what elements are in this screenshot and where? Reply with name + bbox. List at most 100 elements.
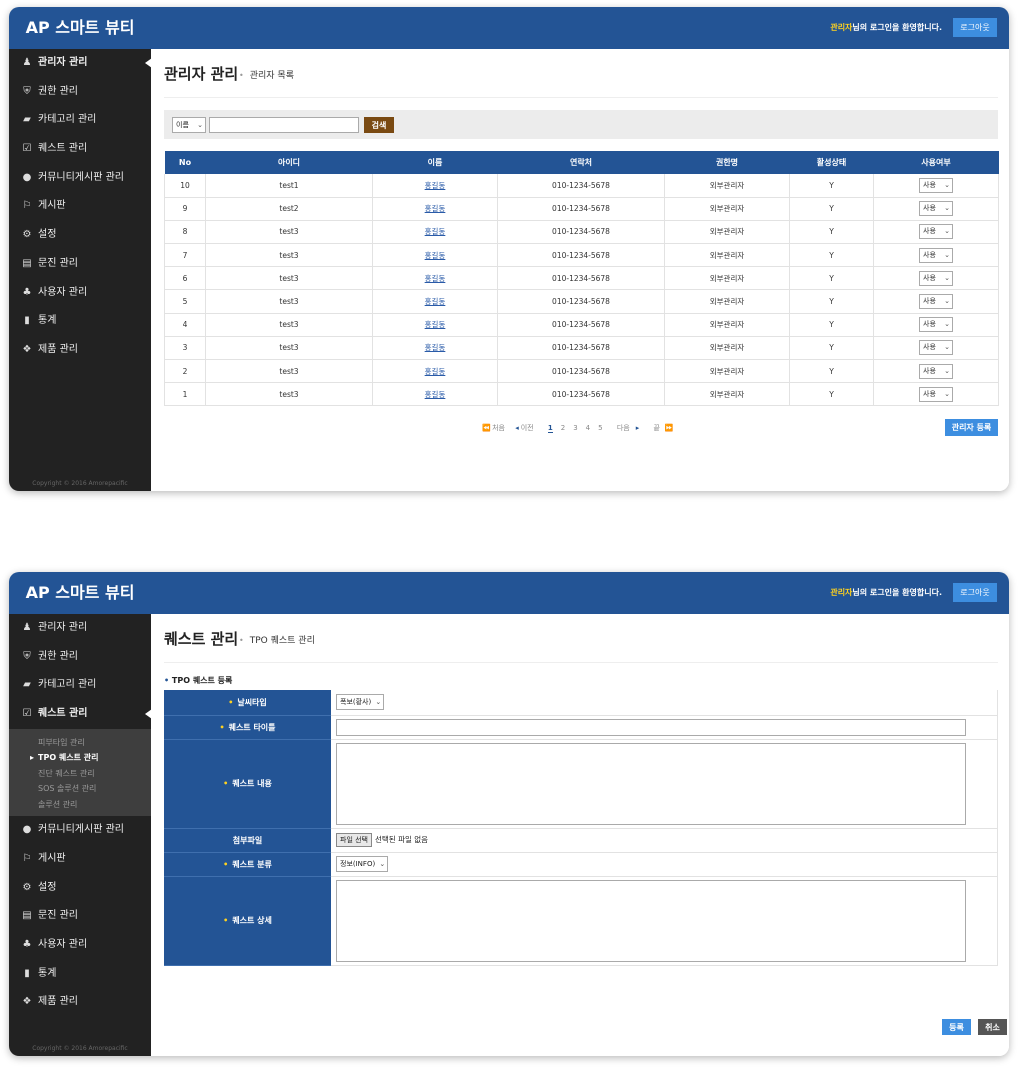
- signpost-icon: ⚐: [22, 200, 32, 212]
- admin-name-link[interactable]: 홍길동: [425, 204, 446, 213]
- sidebar-item-admin[interactable]: ♟ 관리자 관리: [9, 49, 152, 78]
- page-number-link[interactable]: 4: [586, 424, 590, 432]
- table-cell: 5: [164, 289, 206, 314]
- sidebar-item-products[interactable]: ❖ 제품 관리: [9, 336, 151, 365]
- table-cell: 010-1234-5678: [497, 336, 665, 361]
- chevron-down-icon: ⌄: [375, 698, 382, 707]
- brand-logo[interactable]: AP 스마트 뷰티: [9, 572, 151, 614]
- subnav-skin-type[interactable]: 피부타입 관리: [9, 735, 151, 751]
- sidebar-item-survey[interactable]: ▤ 문진 관리: [9, 250, 151, 279]
- usage-select[interactable]: 사용 ⌄: [919, 363, 953, 379]
- admin-table: No 아이디 이름 연락처 권한명 활성상태 사용여부 10 test1 홍길동 01…: [164, 151, 999, 407]
- usage-select[interactable]: 사용 ⌄: [919, 224, 953, 240]
- table-row: 9 test2 홍길동 010-1234-5678 외부관리자 Y 사용 ⌄: [164, 197, 999, 221]
- sidebar-item-users[interactable]: ♣ 사용자 관리: [9, 931, 151, 960]
- usage-select[interactable]: 사용 ⌄: [919, 317, 953, 333]
- first-page-link[interactable]: ⏪처음: [482, 423, 505, 433]
- last-page-link[interactable]: 끝 ⏩: [653, 423, 677, 433]
- brand-logo[interactable]: AP 스마트 뷰티: [9, 7, 151, 49]
- sidebar-nav: ♟ 관리자 관리 ⛨ 권한 관리 ▰ 카테고리 관리 ☑ 퀘스트 관리 피부타입 관리 …: [9, 614, 152, 1017]
- register-admin-button[interactable]: 관리자 등록: [945, 419, 998, 436]
- usage-select[interactable]: 사용 ⌄: [919, 177, 953, 193]
- logout-button[interactable]: 로그아웃: [953, 583, 997, 602]
- main-content: 퀘스트 관리 TPO 퀘스트 관리 TPO 퀘스트 등록 •날씨타입 폭보(황사…: [151, 614, 1009, 1056]
- usage-select[interactable]: 사용 ⌄: [919, 270, 953, 286]
- quest-detail-label: • 퀘스트 상세: [164, 876, 331, 966]
- admin-name-link[interactable]: 홍길동: [425, 367, 446, 376]
- admin-name-link[interactable]: 홍길동: [425, 274, 446, 283]
- sidebar-item-stats[interactable]: ▮ 통계: [9, 307, 151, 336]
- sidebar-item-quest[interactable]: ☑ 퀘스트 관리: [9, 700, 152, 729]
- page-number-link[interactable]: 2: [561, 424, 565, 432]
- sidebar-item-settings[interactable]: ⚙ 설정: [9, 874, 151, 903]
- usage-select[interactable]: 사용 ⌄: [919, 340, 953, 356]
- prev-page-link[interactable]: ◂ 이전: [515, 423, 533, 433]
- weather-select[interactable]: 폭보(황사) ⌄: [336, 694, 385, 711]
- subnav-diagnosis-quest[interactable]: 진단 퀘스트 관리: [9, 766, 151, 782]
- pagination: ⏪처음 ◂ 이전 123 45 다음 ▸ 끝 ⏩: [151, 423, 1009, 433]
- quest-content-textarea[interactable]: [336, 742, 966, 825]
- logout-button[interactable]: 로그아웃: [953, 18, 997, 37]
- admin-name-link[interactable]: 홍길동: [425, 251, 446, 260]
- next-page-link[interactable]: 다음 ▸: [617, 423, 643, 433]
- sidebar-item-stats[interactable]: ▮ 통계: [9, 960, 151, 989]
- quest-detail-textarea[interactable]: [336, 879, 966, 962]
- sidebar-item-board[interactable]: ⚐ 게시판: [9, 192, 151, 221]
- copyright: Copyright © 2016 Amorepacific: [32, 1045, 128, 1052]
- file-select-button[interactable]: 파일 선택: [336, 833, 372, 847]
- quest-title-input[interactable]: [336, 718, 966, 736]
- admin-name-link[interactable]: 홍길동: [425, 181, 446, 190]
- usage-select[interactable]: 사용 ⌄: [919, 201, 953, 217]
- search-button[interactable]: 검색: [364, 117, 394, 133]
- search-input[interactable]: [209, 117, 359, 133]
- subnav-solution[interactable]: 솔루션 관리: [9, 797, 151, 813]
- sidebar-item-category[interactable]: ▰ 카테고리 관리: [9, 671, 151, 700]
- table-cell: 010-1234-5678: [497, 359, 665, 384]
- table-cell: 10: [164, 174, 206, 198]
- table-cell: test3: [205, 289, 373, 314]
- quest-category-select[interactable]: 정보(INFO) ⌄: [336, 856, 389, 872]
- sidebar-item-settings[interactable]: ⚙ 설정: [9, 221, 151, 250]
- sidebar-item-users[interactable]: ♣ 사용자 관리: [9, 279, 151, 308]
- table-row: 6 test3 홍길동 010-1234-5678 외부관리자 Y 사용 ⌄: [164, 266, 999, 291]
- cancel-button[interactable]: 취소: [978, 1019, 1007, 1035]
- search-type-select[interactable]: 이름 ⌄: [172, 117, 206, 133]
- sidebar-item-board[interactable]: ⚐ 게시판: [9, 845, 151, 874]
- usage-select[interactable]: 사용 ⌄: [919, 386, 953, 402]
- sidebar-item-permission[interactable]: ⛨ 권한 관리: [9, 643, 151, 672]
- sidebar-item-quest[interactable]: ☑ 퀘스트 관리: [9, 135, 151, 164]
- page-number-link[interactable]: 5: [598, 424, 602, 432]
- admin-name-link[interactable]: 홍길동: [425, 390, 446, 399]
- page-number-link[interactable]: 1: [547, 424, 553, 433]
- admin-name-link[interactable]: 홍길동: [425, 227, 446, 236]
- sidebar-item-community[interactable]: ● 커뮤니티게시판 관리: [9, 816, 151, 845]
- chevron-down-icon: ⌄: [379, 860, 386, 868]
- save-button[interactable]: 등록: [942, 1019, 971, 1035]
- sidebar-item-community[interactable]: ● 커뮤니티게시판 관리: [9, 164, 151, 193]
- sidebar-item-admin[interactable]: ♟ 관리자 관리: [9, 614, 151, 643]
- usage-select[interactable]: 사용 ⌄: [919, 294, 953, 310]
- quest-category-label: • 퀘스트 분류: [164, 852, 331, 877]
- form-row-title: • 퀘스트 타이틀: [164, 715, 998, 740]
- subnav-sos-solution[interactable]: SOS 솔루션 관리: [9, 781, 151, 797]
- usage-select[interactable]: 사용 ⌄: [919, 247, 953, 263]
- section-heading: TPO 퀘스트 등록: [164, 675, 233, 686]
- sidebar-item-category[interactable]: ▰ 카테고리 관리: [9, 106, 151, 135]
- admin-table-body: 10 test1 홍길동 010-1234-5678 외부관리자 Y 사용 ⌄ 9 test2 홍길…: [164, 174, 999, 407]
- gear-icon: ⚙: [22, 881, 32, 893]
- sidebar-item-permission[interactable]: ⛨ 권한 관리: [9, 78, 151, 107]
- sidebar-item-products[interactable]: ❖ 제품 관리: [9, 988, 151, 1017]
- subnav-tpo-quest[interactable]: TPO 퀘스트 관리: [9, 750, 151, 766]
- col-active: 활성상태: [789, 151, 874, 174]
- col-id: 아이디: [205, 151, 373, 174]
- table-row: 7 test3 홍길동 010-1234-5678 외부관리자 Y 사용 ⌄: [164, 243, 999, 268]
- chevron-down-icon: ⌄: [944, 389, 950, 398]
- page-number-link[interactable]: 3: [573, 424, 577, 432]
- sidebar-item-survey[interactable]: ▤ 문진 관리: [9, 902, 151, 931]
- folder-icon: ▰: [23, 679, 31, 691]
- chevron-down-icon: ⌄: [944, 180, 950, 189]
- quest-subnav: 피부타입 관리 TPO 퀘스트 관리 진단 퀘스트 관리 SOS 솔루션 관리 …: [9, 728, 151, 817]
- admin-name-link[interactable]: 홍길동: [425, 320, 446, 329]
- admin-name-link[interactable]: 홍길동: [425, 297, 446, 306]
- admin-name-link[interactable]: 홍길동: [425, 343, 446, 352]
